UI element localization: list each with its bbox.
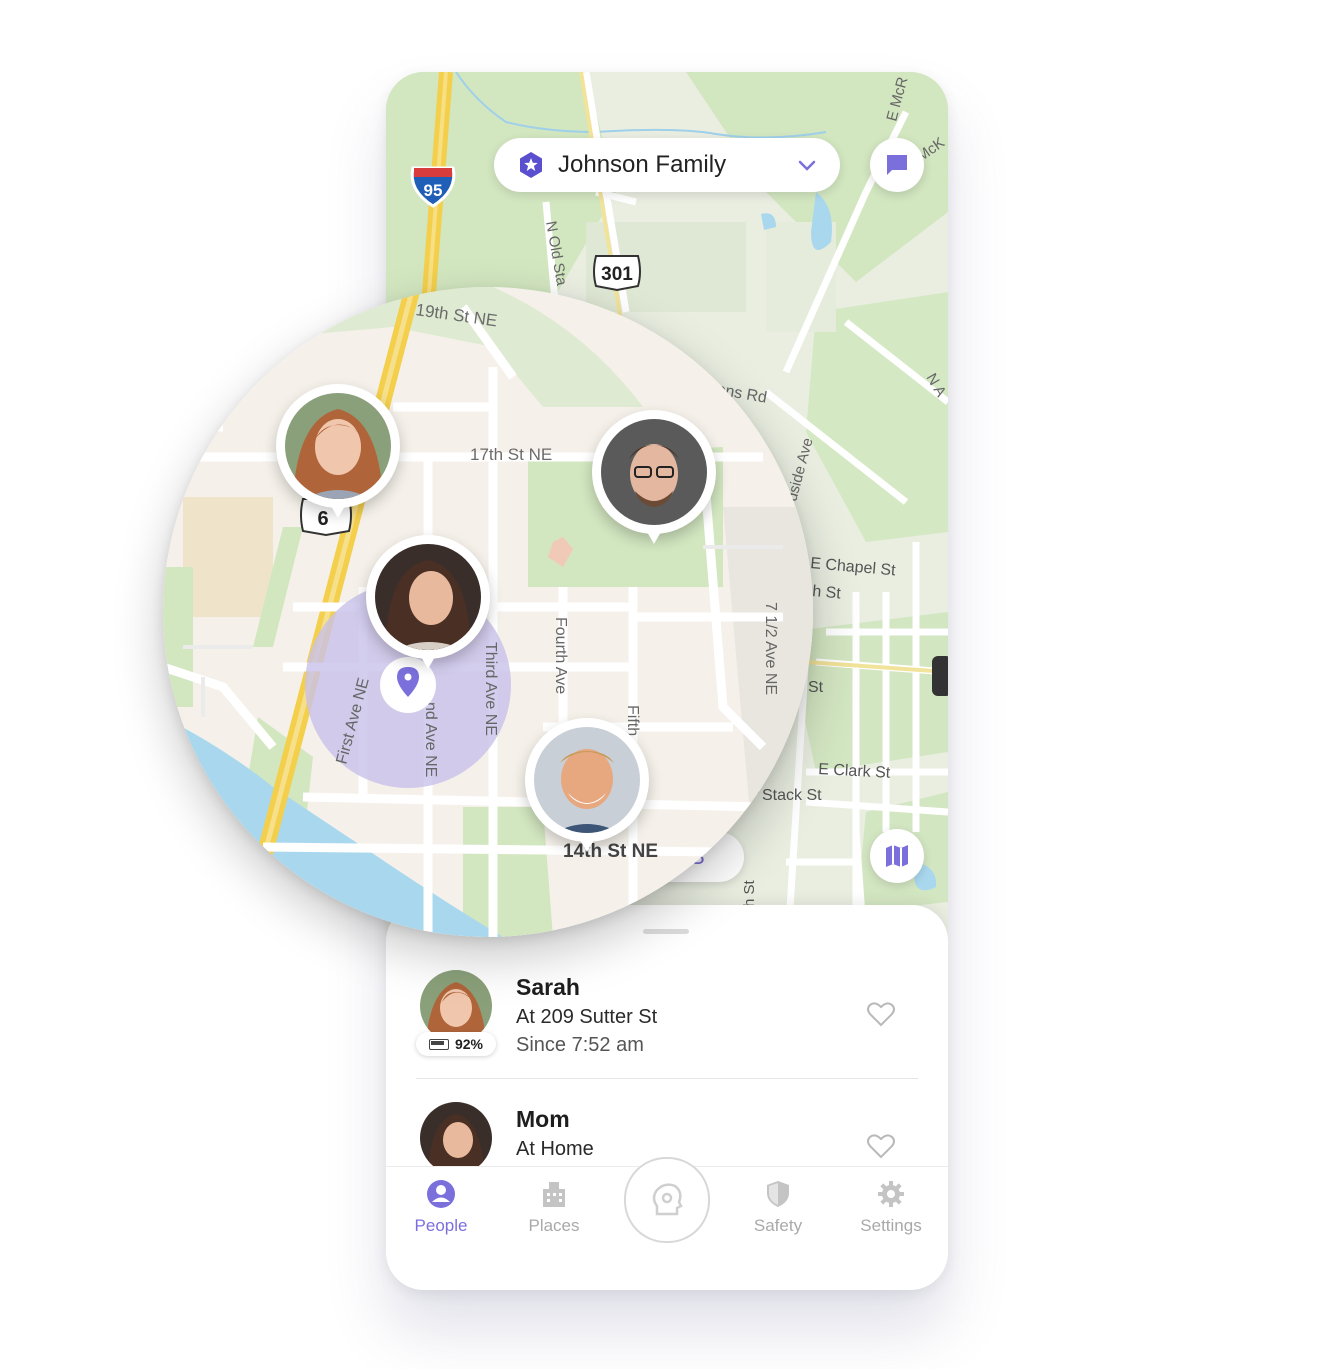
map-view-button[interactable] (870, 829, 924, 883)
avatar-dad (601, 419, 707, 525)
group-name: Johnson Family (558, 151, 727, 178)
headset-icon (652, 1183, 683, 1216)
map-label-stack: Stack St (762, 787, 822, 804)
avatar-mom (375, 544, 481, 650)
folded-map-icon (886, 845, 908, 867)
chevron-down-icon (798, 160, 816, 171)
battery-icon (428, 1038, 449, 1050)
tab-label: Settings (860, 1216, 922, 1235)
map-pin-mom[interactable] (366, 535, 490, 685)
map-zoom-lens[interactable]: 19th St NE 17th St NE 14th St NE First A… (163, 287, 813, 937)
member-location: At 209 Sutter St (516, 1006, 658, 1028)
chat-button[interactable] (870, 138, 924, 192)
map-label-h-st-vertical: h St (741, 879, 758, 907)
tab-bar: People Places Safety Settings (386, 1157, 948, 1290)
map-label-h-st: h St (812, 583, 842, 602)
group-selector[interactable]: Johnson Family (494, 138, 840, 192)
heart-icon[interactable] (866, 1000, 896, 1028)
tab-people[interactable]: People (391, 1179, 491, 1236)
tab-label: People (414, 1216, 468, 1235)
avatar-sarah (285, 393, 391, 499)
sheet-drag-handle[interactable] (643, 929, 689, 934)
heart-icon[interactable] (866, 1132, 896, 1160)
chat-bubble-icon (887, 155, 907, 175)
map-pin-grandpa[interactable] (525, 718, 649, 868)
map-pin-dad[interactable] (592, 410, 716, 560)
avatar-mom (420, 1102, 492, 1174)
list-divider (416, 1078, 918, 1079)
tab-settings[interactable]: Settings (841, 1179, 941, 1236)
member-since: Since 7:52 am (516, 1034, 644, 1056)
map-label-17th: 17th St NE (470, 445, 552, 464)
map-label-st: St (808, 679, 824, 696)
map-label-seven-half: 7 1/2 Ave NE (762, 602, 779, 695)
interstate-label: 95 (424, 181, 443, 200)
avatar-grandpa (534, 727, 640, 833)
map-label-fourth: Fourth Ave (552, 617, 569, 694)
shield-icon (767, 1181, 789, 1207)
member-row-sarah[interactable]: 92% Sarah At 209 Sutter St Since 7:52 am (416, 970, 936, 1070)
tab-label: Safety (753, 1216, 803, 1235)
tab-places[interactable]: Places (504, 1179, 604, 1236)
tab-label: Places (528, 1216, 580, 1235)
battery-level: 92% (454, 1036, 484, 1052)
assistant-button[interactable] (624, 1157, 710, 1243)
tab-safety[interactable]: Safety (728, 1179, 828, 1236)
map-label-second: nd Ave NE (422, 702, 439, 777)
member-name: Sarah (516, 974, 580, 1000)
circle-star-icon (520, 152, 542, 178)
person-icon (427, 1180, 455, 1208)
map-pin-sarah[interactable] (276, 384, 400, 534)
member-name: Mom (516, 1106, 570, 1132)
member-location: At Home (516, 1138, 594, 1160)
us-route-label: 301 (601, 264, 633, 285)
battery-badge: 92% (416, 1032, 496, 1056)
route-sign-icon (932, 656, 948, 696)
building-icon (543, 1182, 565, 1207)
gear-icon (878, 1181, 904, 1207)
